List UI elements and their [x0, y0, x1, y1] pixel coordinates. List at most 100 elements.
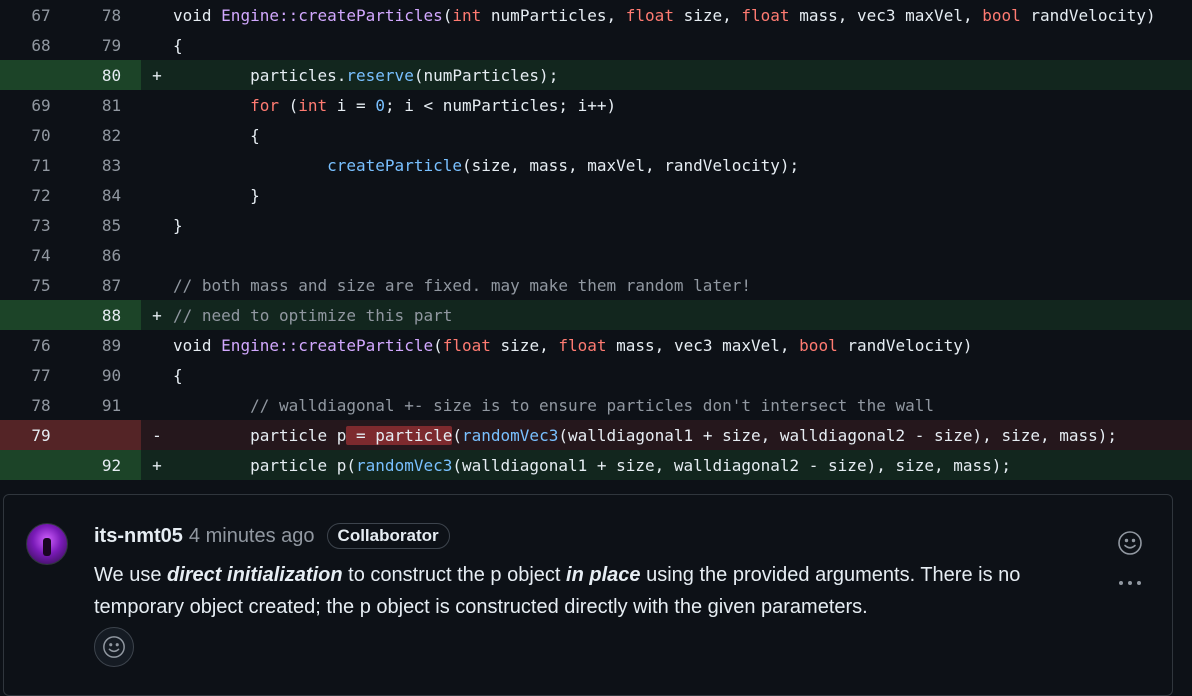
new-line-number[interactable]: 90: [82, 360, 141, 390]
code-token: randomVec3: [356, 455, 453, 475]
code-token: bool: [799, 335, 838, 355]
code-token: size,: [673, 5, 742, 25]
new-line-number[interactable]: 92: [82, 450, 141, 480]
new-line-number[interactable]: [82, 420, 141, 450]
comment-body: We use direct initialization to construc…: [94, 559, 1074, 623]
comment-author[interactable]: its-nmt05: [94, 525, 183, 548]
code-token: float: [442, 335, 491, 355]
old-line-number[interactable]: 68: [0, 30, 82, 60]
diff-line[interactable]: 71 83 createParticle(size, mass, maxVel, …: [0, 150, 1192, 180]
old-line-number[interactable]: 72: [0, 180, 82, 210]
code-content: [173, 240, 1192, 270]
diff-marker: +: [141, 450, 173, 480]
code-content: void Engine::createParticle(float size, …: [173, 330, 1192, 360]
diff-line[interactable]: 68 79 {: [0, 30, 1192, 60]
diff-line[interactable]: 70 82 {: [0, 120, 1192, 150]
code-token: (walldiagonal1 + size, walldiagonal2 - s…: [452, 455, 1012, 475]
code-content: void Engine::createParticles(int numPart…: [173, 0, 1192, 30]
diff-line[interactable]: 80 + particles.reserve(numParticles);: [0, 60, 1192, 90]
new-line-number[interactable]: 83: [82, 150, 141, 180]
diff-marker: [141, 150, 173, 180]
new-line-number[interactable]: 78: [82, 0, 141, 30]
old-line-number[interactable]: [0, 450, 82, 480]
old-line-number[interactable]: 67: [0, 0, 82, 30]
diff-line[interactable]: 76 89 void Engine::createParticle(float si…: [0, 330, 1192, 360]
diff-line[interactable]: 88 +// need to optimize this part: [0, 300, 1192, 330]
old-line-number[interactable]: [0, 60, 82, 90]
old-line-number[interactable]: 73: [0, 210, 82, 240]
new-line-number[interactable]: 84: [82, 180, 141, 210]
code-content: // both mass and size are fixed. may mak…: [173, 270, 1192, 300]
old-line-number[interactable]: 70: [0, 120, 82, 150]
code-token: mass, vec3 maxVel,: [606, 335, 800, 355]
diff-line[interactable]: 78 91 // walldiagonal +- size is to ensur…: [0, 390, 1192, 420]
old-line-number[interactable]: 76: [0, 330, 82, 360]
more-options-button[interactable]: [1116, 569, 1144, 597]
old-line-number[interactable]: 74: [0, 240, 82, 270]
diff-marker: +: [141, 60, 173, 90]
code-token: randomVec3: [462, 425, 559, 445]
avatar[interactable]: [26, 523, 68, 565]
new-line-number[interactable]: 91: [82, 390, 141, 420]
code-token: void: [173, 335, 222, 355]
old-line-number[interactable]: [0, 300, 82, 330]
add-reaction-button[interactable]: [1116, 529, 1144, 557]
add-reaction-button-bottom[interactable]: [94, 627, 134, 667]
code-token: int: [452, 5, 482, 25]
new-line-number[interactable]: 82: [82, 120, 141, 150]
diff-line[interactable]: 69 81 for (int i = 0; i < numParticles; i…: [0, 90, 1192, 120]
diff-marker: -: [141, 420, 173, 450]
review-comment: its-nmt05 4 minutes ago Collaborator We …: [3, 494, 1173, 696]
new-line-number[interactable]: 79: [82, 30, 141, 60]
smiley-icon: [1118, 531, 1142, 555]
emphasized-text: direct initialization: [167, 564, 343, 586]
kebab-horizontal-icon: [1119, 581, 1141, 585]
code-token: {: [173, 365, 183, 385]
new-line-number[interactable]: 87: [82, 270, 141, 300]
old-line-number[interactable]: 77: [0, 360, 82, 390]
diff-marker: [141, 120, 173, 150]
code-content: }: [173, 180, 1192, 210]
diff-marker: [141, 240, 173, 270]
old-line-number[interactable]: 78: [0, 390, 82, 420]
comment-timestamp[interactable]: 4 minutes ago: [189, 525, 315, 548]
collaborator-badge: Collaborator: [326, 523, 450, 549]
code-token: float: [558, 335, 607, 355]
code-token: randVelocity): [837, 335, 973, 355]
diff-line[interactable]: 73 85}: [0, 210, 1192, 240]
diff-line[interactable]: 75 87 // both mass and size are fixed. may…: [0, 270, 1192, 300]
comment-header: its-nmt05 4 minutes ago Collaborator: [94, 523, 450, 549]
old-line-number[interactable]: 75: [0, 270, 82, 300]
emphasized-text: in place: [566, 564, 641, 586]
diff-line[interactable]: 92 + particle p(randomVec3(walldiagonal1 …: [0, 450, 1192, 480]
code-token: }: [173, 185, 260, 205]
diff-line[interactable]: 74 86: [0, 240, 1192, 270]
code-token: (numParticles);: [413, 65, 559, 85]
diff-marker: [141, 330, 173, 360]
new-line-number[interactable]: 81: [82, 90, 141, 120]
old-line-number[interactable]: 69: [0, 90, 82, 120]
diff-marker: [141, 0, 173, 30]
diff-marker: [141, 360, 173, 390]
code-token: createParticle: [327, 155, 462, 175]
new-line-number[interactable]: 86: [82, 240, 141, 270]
old-line-number[interactable]: 71: [0, 150, 82, 180]
code-token: 0: [375, 95, 385, 115]
diff-line[interactable]: 67 78 void Engine::createParticles(int num…: [0, 0, 1192, 30]
new-line-number[interactable]: 88: [82, 300, 141, 330]
new-line-number[interactable]: 89: [82, 330, 141, 360]
code-token: particle p(: [173, 455, 357, 475]
old-line-number[interactable]: 79: [0, 420, 82, 450]
code-token: numParticles,: [481, 5, 626, 25]
code-token: {: [173, 35, 183, 55]
code-token: float: [625, 5, 674, 25]
diff-line[interactable]: 77 90 {: [0, 360, 1192, 390]
new-line-number[interactable]: 85: [82, 210, 141, 240]
code-token: float: [741, 5, 790, 25]
diff-line[interactable]: 72 84 }: [0, 180, 1192, 210]
diff-line[interactable]: 79 - particle p = particle(randomVec3(wal…: [0, 420, 1192, 450]
code-token: (: [442, 5, 453, 25]
new-line-number[interactable]: 80: [82, 60, 141, 90]
code-token: i =: [327, 95, 376, 115]
